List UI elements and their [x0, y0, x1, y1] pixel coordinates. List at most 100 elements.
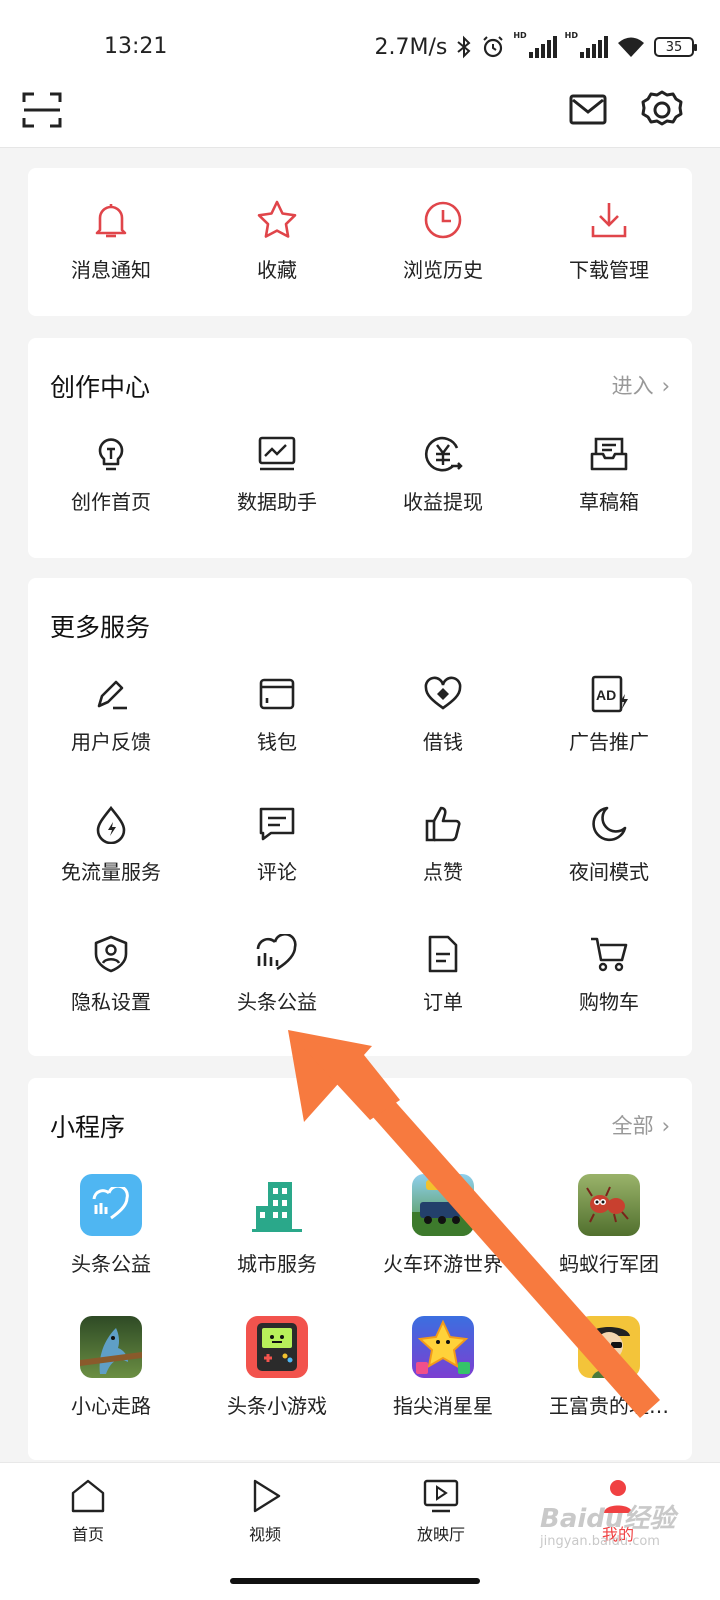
nav-video[interactable]: 视频 — [205, 1477, 325, 1545]
comment-icon — [259, 807, 295, 841]
chevron-right-icon: › — [661, 374, 670, 398]
mini-programs-card: 小程序 全部 › 头条公益 城市服务 火车环游世界 蚂蚁行军团 小心走路 头条小… — [28, 1078, 692, 1460]
item-label: 王富贵的垃… — [549, 1394, 669, 1418]
mini-program-city-services[interactable]: 城市服务 — [194, 1174, 360, 1277]
data-drop-icon — [96, 805, 126, 844]
chevron-right-icon: › — [661, 1114, 670, 1138]
item-label: 创作首页 — [71, 490, 151, 514]
svg-text:AD: AD — [596, 687, 616, 703]
orders-item[interactable]: 订单 — [360, 934, 526, 1015]
nav-label: 首页 — [71, 1525, 104, 1544]
charity-app-icon — [80, 1174, 142, 1236]
signal-icon — [528, 36, 557, 58]
night-mode-item[interactable]: 夜间模式 — [526, 804, 692, 885]
free-data-item[interactable]: 免流量服务 — [28, 804, 194, 885]
shopping-cart-item[interactable]: 购物车 — [526, 934, 692, 1015]
earnings-withdraw-item[interactable]: 收益提现 — [360, 434, 526, 515]
mini-program-star-pop[interactable]: 指尖消星星 — [360, 1316, 526, 1419]
enter-link[interactable]: 进入 › — [612, 370, 670, 400]
section-title: 小程序 — [50, 1113, 126, 1142]
hd-badge: HD — [513, 30, 527, 40]
item-label: 指尖消星星 — [393, 1394, 493, 1418]
chart-monitor-icon — [258, 436, 296, 471]
more-services-card: 更多服务 用户反馈 钱包 借钱 AD 广告推广 免流量服务 评论 点赞 夜间模式… — [28, 578, 692, 1056]
home-indicator — [230, 1578, 480, 1584]
loan-icon — [424, 676, 462, 710]
wallet-item[interactable]: 钱包 — [194, 674, 360, 755]
item-label: 隐私设置 — [71, 990, 151, 1014]
item-label: 免流量服务 — [61, 860, 161, 884]
status-indicators: 2.7M/s HD HD 35 — [374, 30, 697, 64]
mini-program-train-world[interactable]: 火车环游世界 — [360, 1174, 526, 1277]
gamepad-app-icon — [246, 1316, 308, 1378]
moon-icon — [592, 806, 627, 842]
character-game-icon — [578, 1316, 640, 1378]
loan-item[interactable]: 借钱 — [360, 674, 526, 755]
data-assistant-item[interactable]: 数据助手 — [194, 434, 360, 515]
drafts-item[interactable]: 草稿箱 — [526, 434, 692, 515]
watermark-url: jingyan.baidu.com — [540, 1534, 660, 1549]
item-label: 头条公益 — [71, 1252, 151, 1276]
quick-action-favorites[interactable]: 收藏 — [194, 198, 360, 283]
shark-game-icon — [80, 1316, 142, 1378]
item-label: 头条小游戏 — [227, 1394, 327, 1418]
top-bar — [0, 74, 720, 148]
cart-icon — [591, 937, 628, 972]
edit-pen-icon — [97, 680, 127, 710]
quick-action-notifications[interactable]: 消息通知 — [28, 198, 194, 283]
draft-box-icon — [590, 437, 628, 471]
home-icon — [71, 1479, 105, 1513]
item-label: 草稿箱 — [579, 490, 639, 514]
battery-icon: 35 — [654, 37, 697, 57]
item-label: 城市服务 — [237, 1252, 317, 1276]
mini-program-toutiao-games[interactable]: 头条小游戏 — [194, 1316, 360, 1419]
user-feedback-item[interactable]: 用户反馈 — [28, 674, 194, 755]
order-doc-icon — [428, 935, 458, 973]
mail-icon[interactable] — [566, 88, 610, 132]
item-label: 广告推广 — [569, 730, 649, 754]
item-label: 借钱 — [423, 730, 463, 754]
ant-game-icon — [578, 1174, 640, 1236]
quick-action-label: 消息通知 — [71, 258, 151, 282]
wifi-icon — [618, 37, 644, 57]
item-label: 钱包 — [257, 730, 297, 754]
likes-item[interactable]: 点赞 — [360, 804, 526, 885]
comments-item[interactable]: 评论 — [194, 804, 360, 885]
clock-icon — [424, 201, 462, 239]
item-label: 蚂蚁行军团 — [559, 1252, 659, 1276]
settings-icon[interactable] — [640, 88, 684, 132]
bell-icon — [95, 204, 127, 238]
city-building-icon — [246, 1174, 308, 1236]
alarm-icon — [483, 36, 504, 58]
quick-action-label: 收藏 — [257, 258, 297, 282]
quick-action-history[interactable]: 浏览历史 — [360, 198, 526, 283]
nav-label: 视频 — [248, 1525, 281, 1544]
scan-icon[interactable] — [20, 88, 64, 132]
quick-action-downloads[interactable]: 下载管理 — [526, 198, 692, 283]
mini-program-charity[interactable]: 头条公益 — [28, 1174, 194, 1277]
item-label: 点赞 — [423, 860, 463, 884]
creation-home-item[interactable]: 创作首页 — [28, 434, 194, 515]
item-label: 评论 — [257, 860, 297, 884]
item-label: 火车环游世界 — [383, 1252, 503, 1276]
section-title: 更多服务 — [50, 613, 151, 642]
yuan-withdraw-icon — [424, 436, 463, 472]
thumbs-up-icon — [425, 806, 461, 842]
mini-program-ant-army[interactable]: 蚂蚁行军团 — [526, 1174, 692, 1277]
nav-home[interactable]: 首页 — [28, 1477, 148, 1545]
wallet-icon — [259, 678, 295, 710]
watermark: Baidu经验 — [540, 1504, 676, 1534]
mini-program-wang-fugui[interactable]: 王富贵的垃… — [526, 1316, 692, 1419]
privacy-settings-item[interactable]: 隐私设置 — [28, 934, 194, 1015]
mini-program-careful-walk[interactable]: 小心走路 — [28, 1316, 194, 1419]
section-title: 创作中心 — [50, 373, 151, 402]
nav-theater[interactable]: 放映厅 — [381, 1477, 501, 1545]
all-link[interactable]: 全部 › — [612, 1110, 670, 1140]
star-icon — [257, 200, 297, 238]
signal-icon — [580, 36, 608, 58]
ad-promotion-item[interactable]: AD 广告推广 — [526, 674, 692, 755]
item-label: 收益提现 — [403, 490, 483, 514]
item-label: 小心走路 — [71, 1394, 151, 1418]
charity-item[interactable]: 头条公益 — [194, 934, 360, 1015]
tv-play-icon — [423, 1479, 459, 1513]
